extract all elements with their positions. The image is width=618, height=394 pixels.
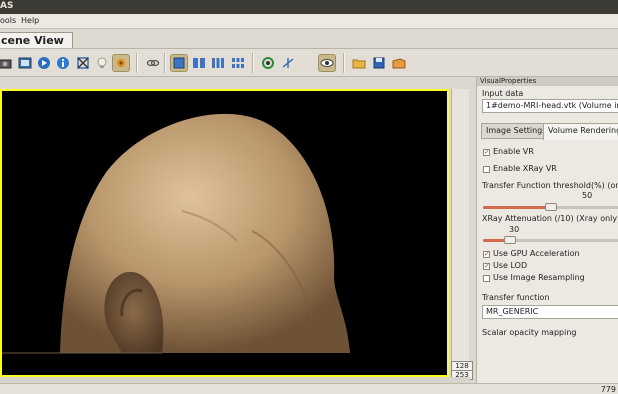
tab-scene-view[interactable]: cene View	[0, 32, 73, 48]
viewport-vertical-scrollbar[interactable]	[451, 89, 469, 377]
layout-grid-icon[interactable]	[229, 54, 247, 72]
save-icon[interactable]	[370, 54, 388, 72]
eye-icon[interactable]	[318, 54, 336, 72]
main-toolbar	[0, 49, 618, 77]
tf-threshold-fill	[483, 206, 551, 209]
record-icon[interactable]	[16, 54, 34, 72]
input-data-label: Input data	[482, 89, 524, 98]
plugin-icon[interactable]	[112, 54, 130, 72]
scalar-opacity-label: Scalar opacity mapping	[482, 328, 577, 337]
bulb-icon[interactable]	[93, 54, 111, 72]
status-text: 779	[600, 385, 616, 394]
visual-properties-panel: VisualProperties Input data 1#demo-MRI-h…	[476, 77, 618, 383]
export-icon[interactable]	[390, 54, 408, 72]
toolbar-separator	[343, 53, 345, 73]
tf-threshold-value: 50	[582, 191, 593, 200]
camera-icon[interactable]	[0, 54, 14, 72]
enable-vr-label: Enable VR	[493, 147, 534, 156]
play-icon[interactable]	[35, 54, 53, 72]
tab-image-settings[interactable]: Image Settings	[481, 123, 552, 139]
use-lod-checkbox[interactable]: ✓	[483, 263, 490, 270]
volume-render-head	[2, 113, 447, 375]
link-icon[interactable]	[144, 54, 162, 72]
window-title: AS	[0, 1, 14, 11]
view-tab-strip: cene View	[0, 29, 618, 49]
menu-tools[interactable]: ools	[0, 16, 16, 25]
xray-attenuation-slider[interactable]	[483, 236, 618, 244]
tf-threshold-label: Transfer Function threshold(%) (only fo	[482, 181, 618, 190]
layout-three-icon[interactable]	[209, 54, 227, 72]
tf-threshold-slider[interactable]	[483, 203, 618, 211]
tab-volume-rendering[interactable]: Volume Rendering	[543, 123, 618, 140]
tf-threshold-handle[interactable]	[545, 203, 557, 211]
enable-vr-checkbox[interactable]: ✓	[483, 149, 490, 156]
use-gpu-checkbox[interactable]: ✓	[483, 251, 490, 258]
menu-help[interactable]: Help	[21, 16, 39, 25]
toolbar-separator	[136, 53, 138, 73]
status-bar: 779	[0, 383, 618, 394]
use-resampling-label: Use Image Resampling	[493, 273, 585, 282]
folder-open-icon[interactable]	[350, 54, 368, 72]
scene-viewport[interactable]	[0, 89, 449, 377]
toolbar-separator	[252, 53, 254, 73]
layout-two-icon[interactable]	[190, 54, 208, 72]
xray-attenuation-label: XRay Attenuation (/10) (Xray only)	[482, 214, 618, 223]
axes-icon[interactable]	[279, 54, 297, 72]
title-bar: AS	[0, 0, 618, 14]
xray-attenuation-handle[interactable]	[504, 236, 516, 244]
xray-attenuation-value: 30	[509, 225, 520, 234]
input-data-select[interactable]: 1#demo-MRI-head.vtk (Volume imag	[482, 99, 618, 113]
layout-single-icon[interactable]	[170, 54, 188, 72]
transfer-function-select[interactable]: MR_GENERIC	[482, 305, 618, 319]
enable-xray-checkbox[interactable]	[483, 166, 490, 173]
transfer-function-label: Transfer function	[482, 293, 550, 302]
crossed-tools-icon[interactable]	[74, 54, 92, 72]
menu-bar: ools Help	[0, 14, 618, 29]
info-icon[interactable]	[54, 54, 72, 72]
panel-title: VisualProperties	[477, 77, 618, 86]
toolbar-separator	[164, 53, 166, 73]
use-lod-label: Use LOD	[493, 261, 528, 270]
refresh-icon[interactable]	[259, 54, 277, 72]
use-resampling-checkbox[interactable]	[483, 275, 490, 282]
enable-xray-label: Enable XRay VR	[493, 164, 557, 173]
use-gpu-label: Use GPU Acceleration	[493, 249, 580, 258]
